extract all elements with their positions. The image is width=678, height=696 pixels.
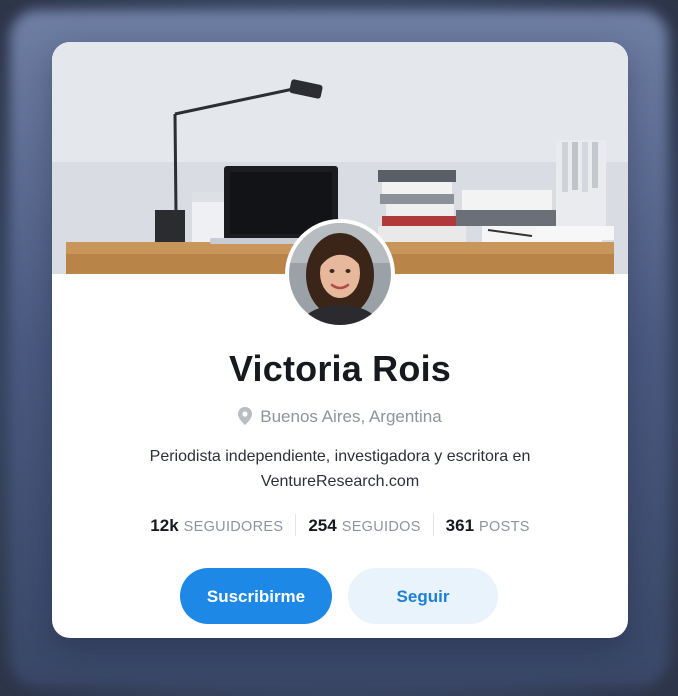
stat-value: 12k — [150, 516, 179, 535]
stat-value: 361 — [445, 516, 475, 535]
profile-name: Victoria Rois — [228, 348, 451, 389]
avatar[interactable] — [285, 219, 395, 329]
stat-value: 254 — [308, 516, 337, 535]
location: Buenos Aires, Argentina — [52, 407, 628, 430]
stat-followers[interactable]: 12k SEGUIDORES — [138, 516, 295, 536]
stat-label: SEGUIDORES — [183, 519, 284, 535]
location-pin-icon — [238, 407, 253, 430]
stat-label: SEGUIDOS — [341, 519, 421, 535]
profile-card: Victoria Rois Buenos Aires, Argentina Pe… — [52, 42, 628, 638]
stat-following[interactable]: 254 SEGUIDOS — [296, 516, 432, 536]
stats-row: 12k SEGUIDORES 254 SEGUIDOS 361 POSTS — [52, 514, 628, 536]
subscribe-button[interactable]: Suscribirme — [180, 568, 332, 624]
profile-bio: Periodista independiente, investigadora … — [149, 448, 531, 490]
location-text: Buenos Aires, Argentina — [260, 407, 442, 426]
stat-label: POSTS — [479, 519, 530, 535]
stat-posts[interactable]: 361 POSTS — [434, 516, 542, 536]
follow-button[interactable]: Seguir — [348, 568, 498, 624]
